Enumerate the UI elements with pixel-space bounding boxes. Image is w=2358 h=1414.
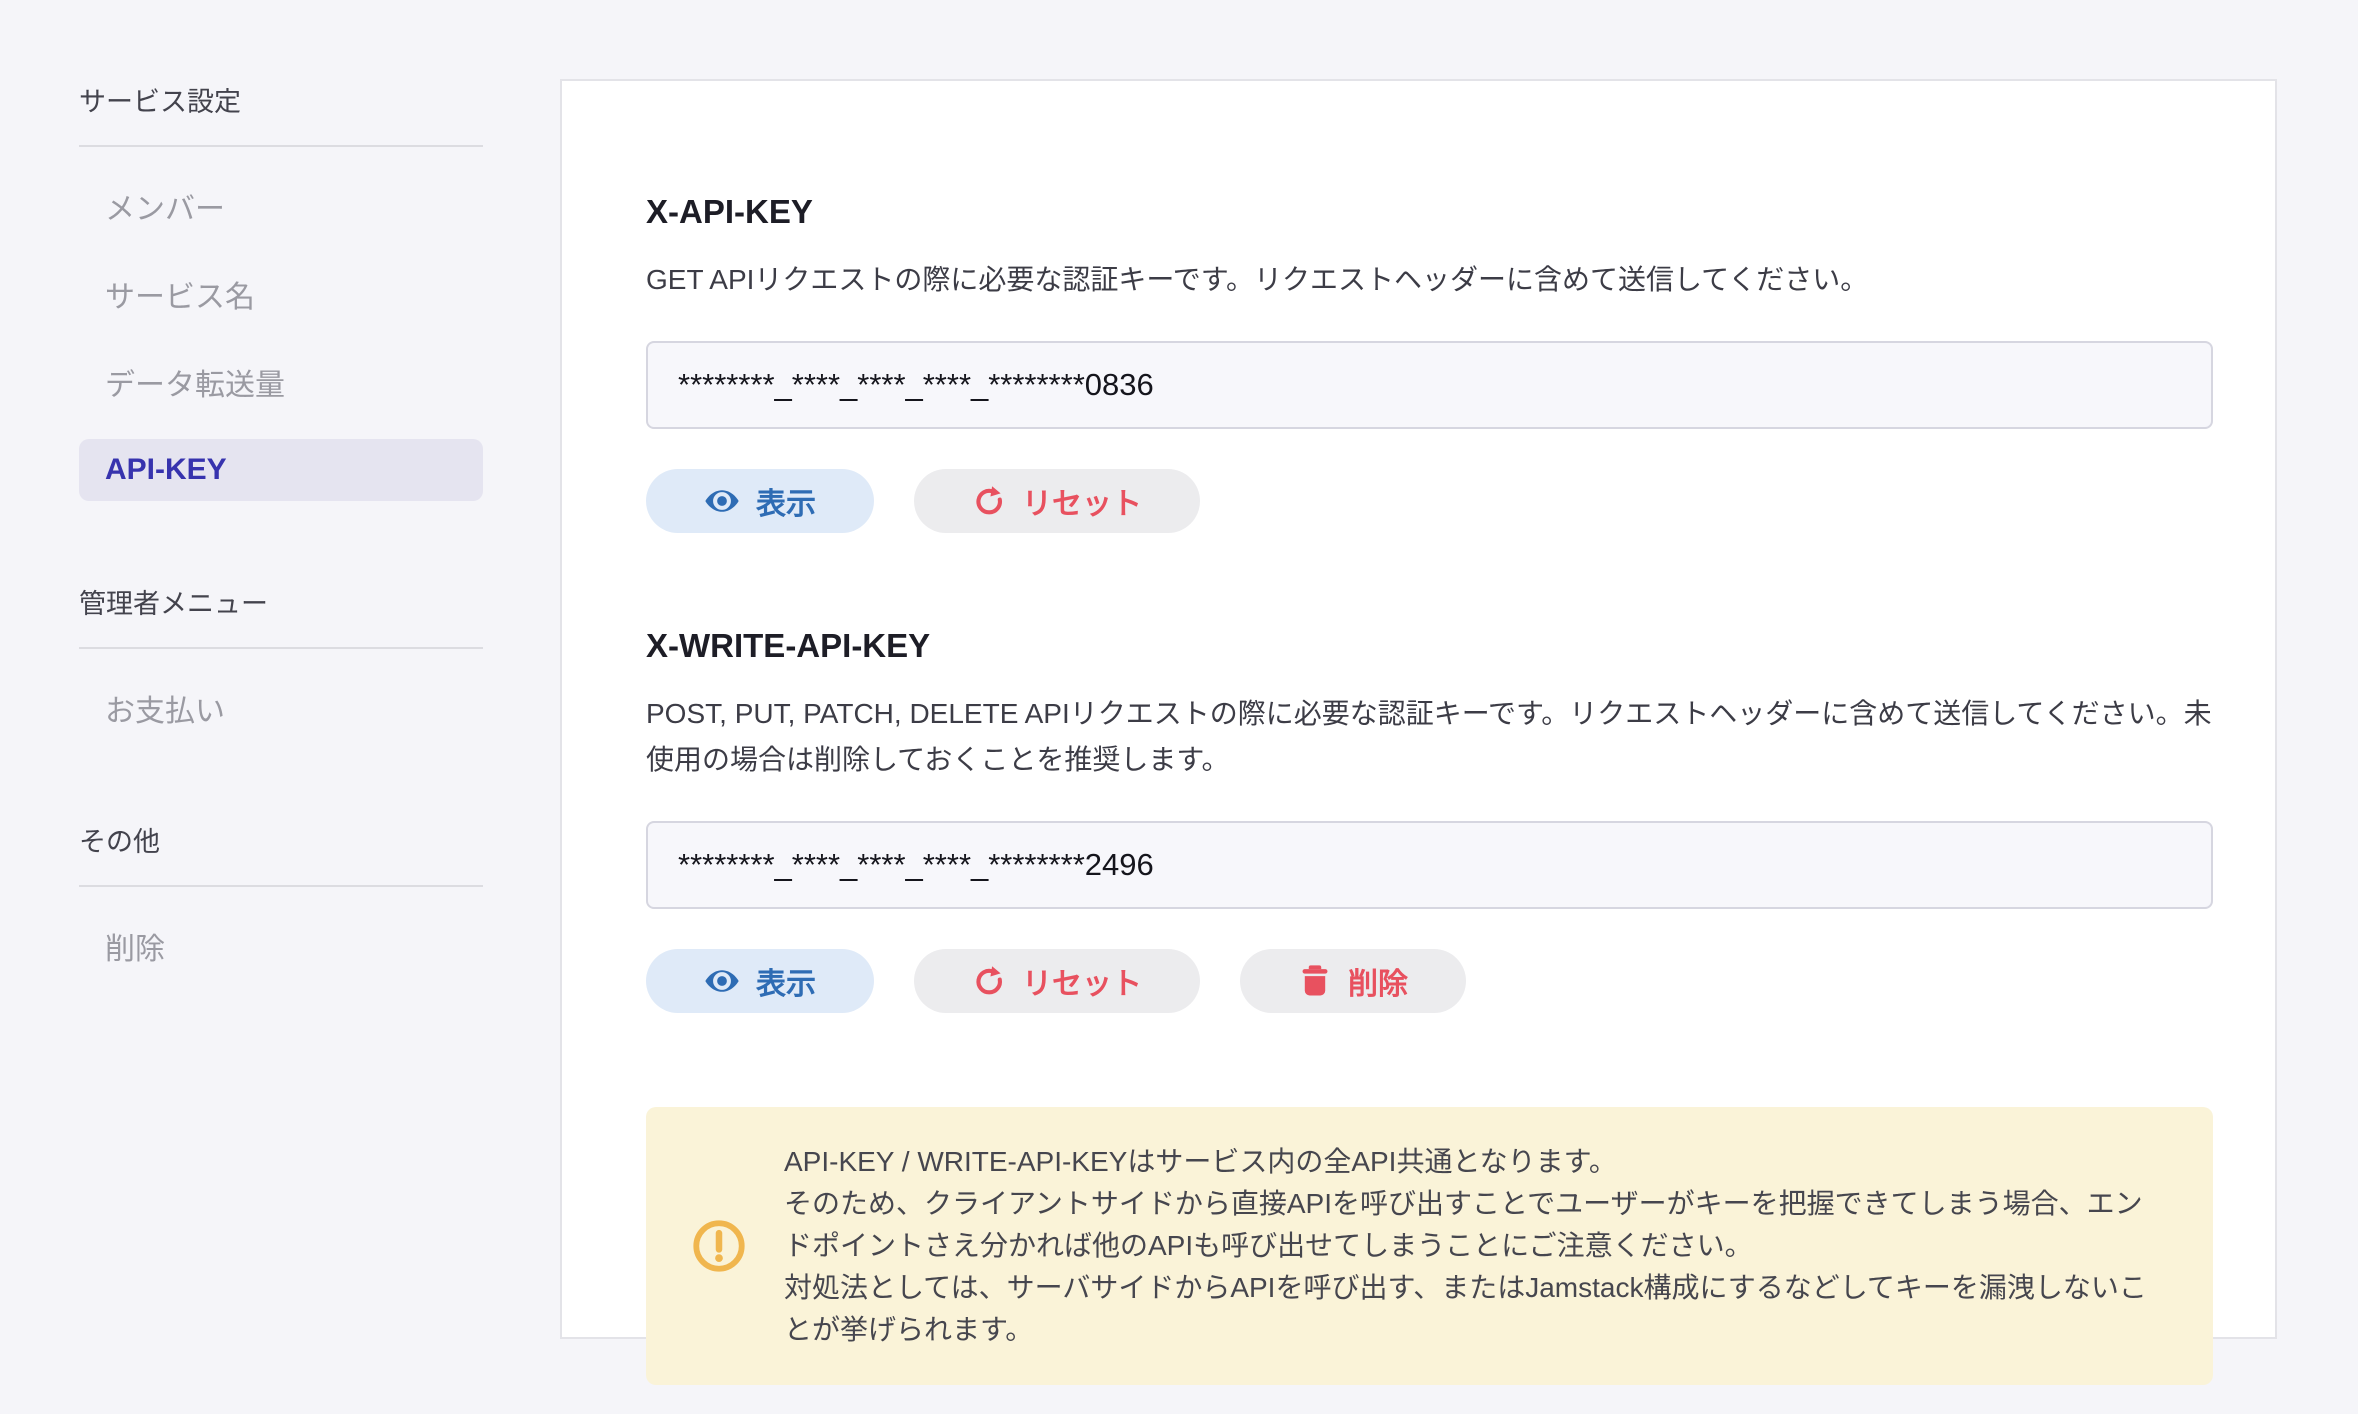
reset-button-label: リセット bbox=[1022, 959, 1142, 1003]
x-write-api-key-actions: 表示 リセット 削除 bbox=[646, 949, 2213, 1013]
sidebar-item-service-name[interactable]: サービス名 bbox=[79, 263, 483, 325]
x-api-key-actions: 表示 リセット bbox=[646, 469, 2213, 533]
show-button-label: 表示 bbox=[756, 479, 816, 523]
sidebar-heading-admin-menu: 管理者メニュー bbox=[79, 587, 483, 649]
x-write-api-key-description: POST, PUT, PATCH, DELETE APIリクエストの際に必要な認… bbox=[646, 691, 2213, 783]
sidebar-section-service-settings: サービス設定 メンバー サービス名 データ転送量 API-KEY bbox=[79, 85, 483, 501]
settings-sidebar: サービス設定 メンバー サービス名 データ転送量 API-KEY 管理者メニュー… bbox=[79, 85, 483, 977]
x-api-key-input[interactable] bbox=[646, 341, 2213, 429]
sidebar-section-other: その他 削除 bbox=[79, 825, 483, 977]
warning-line: そのため、クライアントサイドから直接APIを呼び出すことでユーザーがキーを把握で… bbox=[784, 1183, 2169, 1267]
x-write-api-key-title: X-WRITE-API-KEY bbox=[646, 627, 2213, 665]
sidebar-item-payment[interactable]: お支払い bbox=[79, 677, 483, 739]
warning-line: API-KEY / WRITE-API-KEYはサービス内の全API共通となりま… bbox=[784, 1141, 2169, 1183]
sidebar-heading-other: その他 bbox=[79, 825, 483, 887]
api-key-settings-card: X-API-KEY GET APIリクエストの際に必要な認証キーです。リクエスト… bbox=[560, 79, 2277, 1339]
refresh-icon bbox=[972, 964, 1006, 998]
reset-button-label: リセット bbox=[1022, 479, 1142, 523]
reset-api-key-button[interactable]: リセット bbox=[914, 469, 1200, 533]
x-write-api-key-input[interactable] bbox=[646, 821, 2213, 909]
show-button-label: 表示 bbox=[756, 959, 816, 1003]
warning-notice-text: API-KEY / WRITE-API-KEYはサービス内の全API共通となりま… bbox=[784, 1141, 2169, 1351]
sidebar-item-data-transfer[interactable]: データ転送量 bbox=[79, 351, 483, 413]
sidebar-item-delete-service[interactable]: 削除 bbox=[79, 915, 483, 977]
eye-icon bbox=[704, 483, 740, 519]
reset-write-api-key-button[interactable]: リセット bbox=[914, 949, 1200, 1013]
trash-icon bbox=[1298, 964, 1332, 998]
sidebar-item-members[interactable]: メンバー bbox=[79, 175, 483, 237]
x-api-key-section: X-API-KEY GET APIリクエストの際に必要な認証キーです。リクエスト… bbox=[646, 193, 2213, 533]
delete-write-api-key-button[interactable]: 削除 bbox=[1240, 949, 1466, 1013]
sidebar-heading-service-settings: サービス設定 bbox=[79, 85, 483, 147]
api-key-warning-notice: API-KEY / WRITE-API-KEYはサービス内の全API共通となりま… bbox=[646, 1107, 2213, 1385]
x-api-key-title: X-API-KEY bbox=[646, 193, 2213, 231]
refresh-icon bbox=[972, 484, 1006, 518]
x-api-key-description: GET APIリクエストの際に必要な認証キーです。リクエストヘッダーに含めて送信… bbox=[646, 257, 2213, 303]
x-write-api-key-section: X-WRITE-API-KEY POST, PUT, PATCH, DELETE… bbox=[646, 627, 2213, 1013]
warning-line: 対処法としては、サーバサイドからAPIを呼び出す、またはJamstack構成にす… bbox=[784, 1267, 2169, 1351]
sidebar-section-admin-menu: 管理者メニュー お支払い bbox=[79, 587, 483, 739]
warning-icon bbox=[690, 1217, 748, 1275]
sidebar-item-api-key[interactable]: API-KEY bbox=[79, 439, 483, 501]
delete-button-label: 削除 bbox=[1348, 959, 1408, 1003]
show-api-key-button[interactable]: 表示 bbox=[646, 469, 874, 533]
eye-icon bbox=[704, 963, 740, 999]
show-write-api-key-button[interactable]: 表示 bbox=[646, 949, 874, 1013]
